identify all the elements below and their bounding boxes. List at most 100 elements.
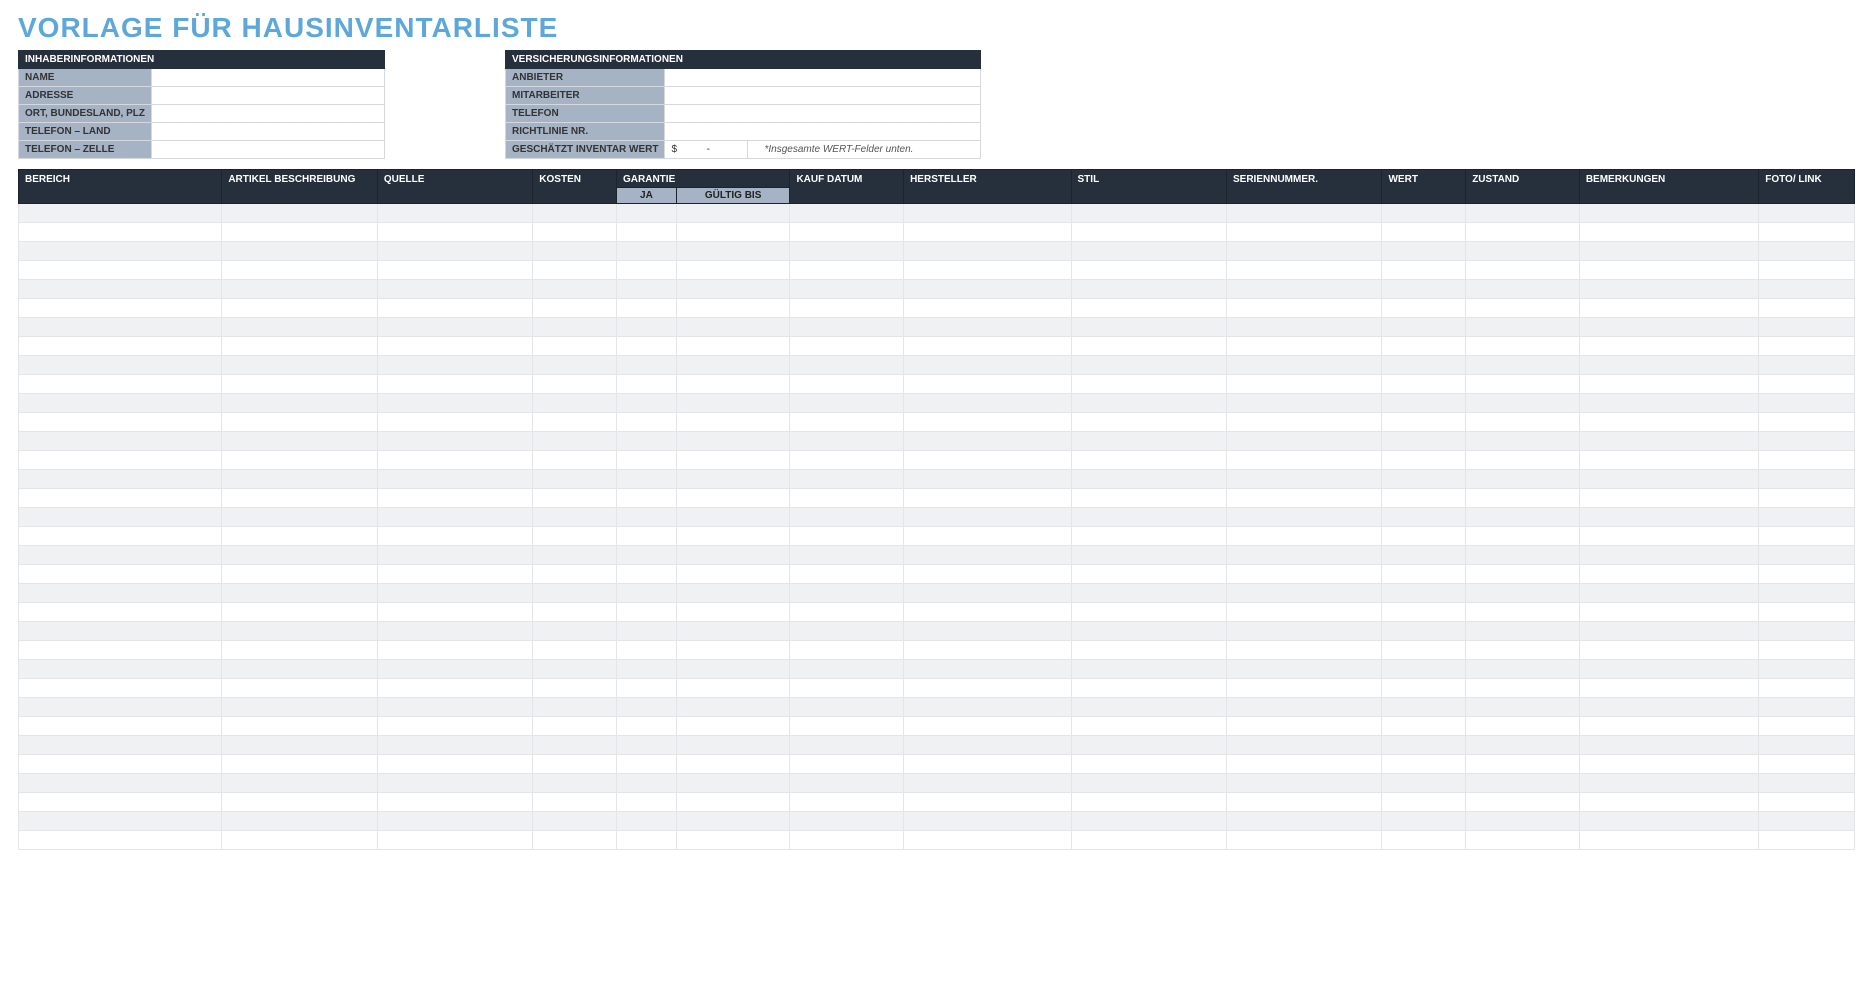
table-cell[interactable]: [676, 204, 790, 223]
table-cell[interactable]: [222, 489, 377, 508]
table-cell[interactable]: [1227, 299, 1382, 318]
table-cell[interactable]: [1579, 242, 1758, 261]
table-cell[interactable]: [676, 413, 790, 432]
table-cell[interactable]: [1759, 318, 1855, 337]
table-cell[interactable]: [904, 508, 1071, 527]
table-cell[interactable]: [377, 337, 532, 356]
table-cell[interactable]: [617, 470, 677, 489]
table-cell[interactable]: [19, 489, 222, 508]
table-cell[interactable]: [377, 242, 532, 261]
table-cell[interactable]: [222, 565, 377, 584]
table-cell[interactable]: [617, 793, 677, 812]
table-cell[interactable]: [790, 508, 904, 527]
table-cell[interactable]: [1759, 470, 1855, 489]
table-cell[interactable]: [1227, 394, 1382, 413]
table-cell[interactable]: [1227, 451, 1382, 470]
table-cell[interactable]: [676, 717, 790, 736]
table-cell[interactable]: [1579, 774, 1758, 793]
table-cell[interactable]: [676, 755, 790, 774]
owner-value-phone-land[interactable]: [152, 123, 385, 141]
table-cell[interactable]: [904, 318, 1071, 337]
table-cell[interactable]: [904, 432, 1071, 451]
table-cell[interactable]: [1071, 831, 1226, 850]
table-cell[interactable]: [1579, 717, 1758, 736]
table-cell[interactable]: [904, 356, 1071, 375]
table-cell[interactable]: [617, 831, 677, 850]
table-cell[interactable]: [1579, 394, 1758, 413]
table-cell[interactable]: [19, 337, 222, 356]
table-cell[interactable]: [1382, 280, 1466, 299]
table-cell[interactable]: [617, 641, 677, 660]
table-cell[interactable]: [1579, 299, 1758, 318]
table-cell[interactable]: [1071, 413, 1226, 432]
table-cell[interactable]: [904, 831, 1071, 850]
table-cell[interactable]: [790, 679, 904, 698]
table-cell[interactable]: [1466, 603, 1580, 622]
table-cell[interactable]: [1227, 489, 1382, 508]
table-cell[interactable]: [1382, 603, 1466, 622]
table-cell[interactable]: [377, 698, 532, 717]
table-cell[interactable]: [533, 489, 617, 508]
table-cell[interactable]: [1382, 622, 1466, 641]
table-cell[interactable]: [904, 660, 1071, 679]
table-cell[interactable]: [904, 603, 1071, 622]
table-cell[interactable]: [676, 527, 790, 546]
table-cell[interactable]: [1759, 812, 1855, 831]
table-cell[interactable]: [1579, 584, 1758, 603]
table-cell[interactable]: [533, 812, 617, 831]
table-cell[interactable]: [904, 280, 1071, 299]
table-cell[interactable]: [377, 584, 532, 603]
table-cell[interactable]: [1071, 432, 1226, 451]
table-cell[interactable]: [617, 584, 677, 603]
table-cell[interactable]: [1466, 489, 1580, 508]
table-cell[interactable]: [1071, 660, 1226, 679]
table-cell[interactable]: [1071, 470, 1226, 489]
table-cell[interactable]: [1759, 603, 1855, 622]
table-cell[interactable]: [1071, 755, 1226, 774]
table-cell[interactable]: [377, 679, 532, 698]
table-cell[interactable]: [617, 698, 677, 717]
table-cell[interactable]: [617, 622, 677, 641]
table-cell[interactable]: [377, 812, 532, 831]
table-cell[interactable]: [904, 204, 1071, 223]
table-cell[interactable]: [1382, 337, 1466, 356]
table-cell[interactable]: [533, 451, 617, 470]
table-cell[interactable]: [533, 394, 617, 413]
table-cell[interactable]: [222, 698, 377, 717]
table-cell[interactable]: [533, 660, 617, 679]
table-cell[interactable]: [1466, 565, 1580, 584]
table-cell[interactable]: [1227, 717, 1382, 736]
table-cell[interactable]: [222, 546, 377, 565]
table-cell[interactable]: [1579, 527, 1758, 546]
table-cell[interactable]: [904, 546, 1071, 565]
table-cell[interactable]: [676, 831, 790, 850]
table-cell[interactable]: [19, 717, 222, 736]
table-cell[interactable]: [790, 356, 904, 375]
table-cell[interactable]: [377, 831, 532, 850]
table-cell[interactable]: [1466, 432, 1580, 451]
table-cell[interactable]: [19, 660, 222, 679]
table-cell[interactable]: [790, 565, 904, 584]
table-cell[interactable]: [1382, 356, 1466, 375]
table-cell[interactable]: [222, 603, 377, 622]
table-cell[interactable]: [617, 679, 677, 698]
table-cell[interactable]: [19, 204, 222, 223]
table-cell[interactable]: [1227, 337, 1382, 356]
table-cell[interactable]: [790, 546, 904, 565]
table-cell[interactable]: [222, 622, 377, 641]
table-cell[interactable]: [533, 470, 617, 489]
table-cell[interactable]: [1227, 755, 1382, 774]
table-cell[interactable]: [19, 261, 222, 280]
table-cell[interactable]: [1071, 299, 1226, 318]
owner-value-address[interactable]: [152, 87, 385, 105]
table-cell[interactable]: [533, 603, 617, 622]
table-cell[interactable]: [533, 641, 617, 660]
table-cell[interactable]: [1759, 242, 1855, 261]
table-cell[interactable]: [377, 660, 532, 679]
table-cell[interactable]: [1579, 679, 1758, 698]
table-cell[interactable]: [1071, 451, 1226, 470]
table-cell[interactable]: [1579, 470, 1758, 489]
table-cell[interactable]: [1382, 470, 1466, 489]
table-cell[interactable]: [1382, 432, 1466, 451]
table-cell[interactable]: [19, 432, 222, 451]
